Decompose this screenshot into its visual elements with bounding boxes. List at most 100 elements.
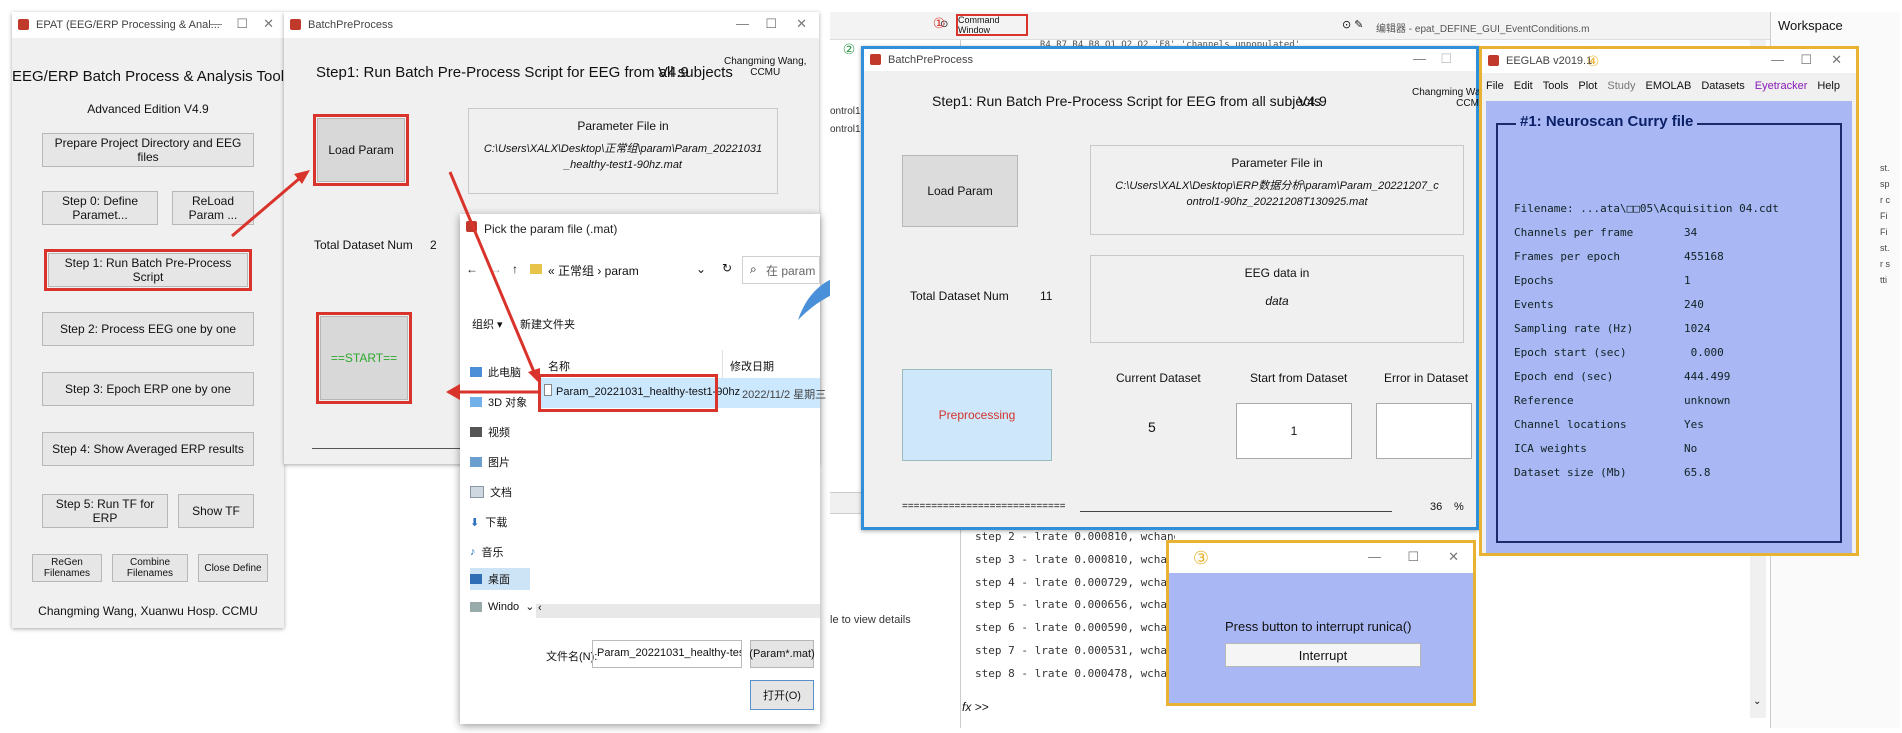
start-from-input[interactable]: 1 (1236, 403, 1352, 459)
info-row: Dataset size (Mb) 65.8 (1514, 466, 1711, 479)
progress-percent: 36 (1430, 501, 1443, 513)
folder-item-1: ontrol1 (830, 106, 861, 117)
eeglab-window: EEGLAB v2019.1 — ☐ ✕ File Edit Tools Plo… (1479, 46, 1859, 556)
error-dataset-label: Error in Dataset (1384, 371, 1469, 385)
info-row: Epoch end (sec) 444.499 (1514, 370, 1731, 383)
group-title: #1: Neuroscan Curry file (1516, 113, 1698, 130)
percent-sign: % (1454, 501, 1464, 513)
arrow-file-to-start (446, 384, 540, 400)
scroll-down-icon[interactable]: ⌄ (1753, 696, 1761, 707)
load-param-button[interactable]: Load Param (902, 155, 1018, 227)
info-row: Frames per epoch 455168 (1514, 250, 1724, 263)
workspace-item: sp (1880, 179, 1890, 189)
dataset-num-value: 11 (1040, 289, 1053, 303)
close-icon[interactable]: ✕ (1831, 52, 1842, 68)
eeglab-menubar: File Edit Tools Plot Study EMOLAB Datase… (1482, 75, 1856, 97)
batch2-heading: Step1: Run Batch Pre-Process Script for … (932, 93, 1322, 109)
menu-study[interactable]: Study (1607, 80, 1635, 92)
info-row: Filename: ...ata\□□05\Acquisition 04.cdt (1514, 202, 1779, 215)
info-row: Epochs 1 (1514, 274, 1691, 287)
info-row: ICA weights No (1514, 442, 1698, 455)
batch2-title: BatchPreProcess (888, 54, 973, 66)
command-prompt[interactable]: fx >> (962, 700, 989, 714)
eeglab-title: EEGLAB v2019.1 (1506, 55, 1593, 67)
close-icon[interactable]: ✕ (1448, 549, 1459, 565)
maximize-icon[interactable]: ☐ (1407, 549, 1419, 565)
menu-datasets[interactable]: Datasets (1701, 80, 1744, 92)
marker-1: ① (932, 14, 946, 31)
menu-plot[interactable]: Plot (1578, 80, 1597, 92)
command-window-tab[interactable]: Command Window (956, 14, 1028, 36)
workspace-item: tti (1880, 275, 1888, 285)
start-from-value: 1 (1290, 424, 1298, 438)
menu-tools[interactable]: Tools (1543, 80, 1569, 92)
maximize-icon[interactable]: ☐ (1800, 52, 1812, 68)
dataset-num-label: Total Dataset Num (910, 289, 1009, 303)
error-dataset-input[interactable] (1376, 403, 1472, 459)
console-line: step 6 - lrate 0.000590, wchange 8 (975, 621, 1175, 635)
maximize-icon[interactable]: ☐ (1440, 51, 1452, 67)
eeglab-body: #1: Neuroscan Curry file Filename: ...at… (1486, 101, 1852, 553)
workspace-item: r s (1880, 259, 1890, 269)
workspace-item: Fi (1880, 211, 1888, 221)
interrupt-titlebar: — ☐ ✕ (1169, 543, 1473, 573)
menu-eyetracker[interactable]: Eyetracker (1755, 80, 1808, 92)
editor-tab[interactable]: 编辑器 - epat_DEFINE_GUI_EventConditions.m (1376, 20, 1589, 35)
workspace-items: st. sp r c Fi Fi st. r s tti (1880, 160, 1900, 288)
minimize-icon[interactable]: — (1771, 52, 1784, 67)
matlab-icon (870, 54, 881, 65)
param-file-panel: Parameter File in C:\Users\XALX\Desktop\… (1090, 145, 1464, 235)
progress-track (1080, 511, 1392, 512)
menu-emolab[interactable]: EMOLAB (1646, 80, 1692, 92)
console-line: step 8 - lrate 0.000478, wchange 2 (975, 666, 1175, 680)
info-row: Reference unknown (1514, 394, 1731, 407)
menu-help[interactable]: Help (1817, 80, 1840, 92)
start-from-label: Start from Dataset (1250, 371, 1348, 385)
interrupt-dialog: — ☐ ✕ Press button to interrupt runica()… (1166, 540, 1476, 706)
progress-text: ============================ (902, 501, 1066, 512)
batch2-window: BatchPreProcess — ☐ Step1: Run Batch Pre… (861, 46, 1486, 530)
workspace-item: st. (1880, 243, 1890, 253)
info-row: Events 240 (1514, 298, 1704, 311)
current-dataset-label: Current Dataset (1116, 371, 1201, 385)
matlab-icon (1488, 55, 1499, 66)
marker-4: ④ (1586, 52, 1600, 69)
folder-item-2: ontrol1 (830, 124, 861, 135)
eeglab-titlebar: EEGLAB v2019.1 — ☐ ✕ (1482, 49, 1856, 73)
param-file-title: Parameter File in (1231, 156, 1323, 170)
marker-3: ③ (1192, 547, 1210, 568)
eeg-data-value: data (1265, 294, 1289, 308)
info-row: Epoch start (sec) 0.000 (1514, 346, 1724, 359)
batch2-version: V4.9 (1298, 93, 1327, 109)
arrow-load-to-file (448, 171, 540, 384)
minimize-icon[interactable]: — (1413, 51, 1426, 66)
preprocessing-button[interactable]: Preprocessing (902, 369, 1052, 461)
interrupt-message: Press button to interrupt runica() (1225, 619, 1412, 634)
interrupt-button[interactable]: Interrupt (1225, 643, 1421, 667)
workspace-item: st. (1880, 163, 1890, 173)
batch2-author: Changming Wan CCMU (1412, 87, 1487, 109)
menu-edit[interactable]: Edit (1514, 80, 1533, 92)
info-row: Channels per frame 34 (1514, 226, 1698, 239)
menu-file[interactable]: File (1486, 80, 1504, 92)
marker-2: ② (842, 40, 856, 57)
console-line: step 3 - lrate 0.000810, wchange 3 (975, 552, 1175, 566)
console-line: step 7 - lrate 0.000531, wchange 1 (975, 643, 1175, 657)
current-dataset-value: 5 (1148, 419, 1156, 435)
console-line: step 4 - lrate 0.000729, wchange 4 (975, 575, 1175, 589)
info-row: Sampling rate (Hz) 1024 (1514, 322, 1711, 335)
dataset-info: Filename: ...ata\□□05\Acquisition 04.cdt… (1514, 197, 1844, 485)
batch2-titlebar: BatchPreProcess — ☐ (864, 49, 1476, 71)
eeg-data-panel: EEG data in data (1090, 255, 1464, 343)
arrow-step1-to-load (231, 170, 310, 238)
editor-icon[interactable]: ⊙ ✎ (1342, 18, 1364, 31)
console-line: step 5 - lrate 0.000656, wchange 3 (975, 598, 1175, 612)
workspace-title: Workspace (1778, 18, 1843, 33)
minimize-icon[interactable]: — (1368, 549, 1381, 564)
details-hint: le to view details (830, 614, 911, 626)
console-output: step 2 - lrate 0.000810, wchange 0.00125… (975, 526, 1175, 694)
workspace-item: r c (1880, 195, 1890, 205)
eeg-data-title: EEG data in (1244, 266, 1310, 280)
annotation-arrows (231, 170, 540, 400)
progress-bar: ============================ (902, 501, 1392, 517)
